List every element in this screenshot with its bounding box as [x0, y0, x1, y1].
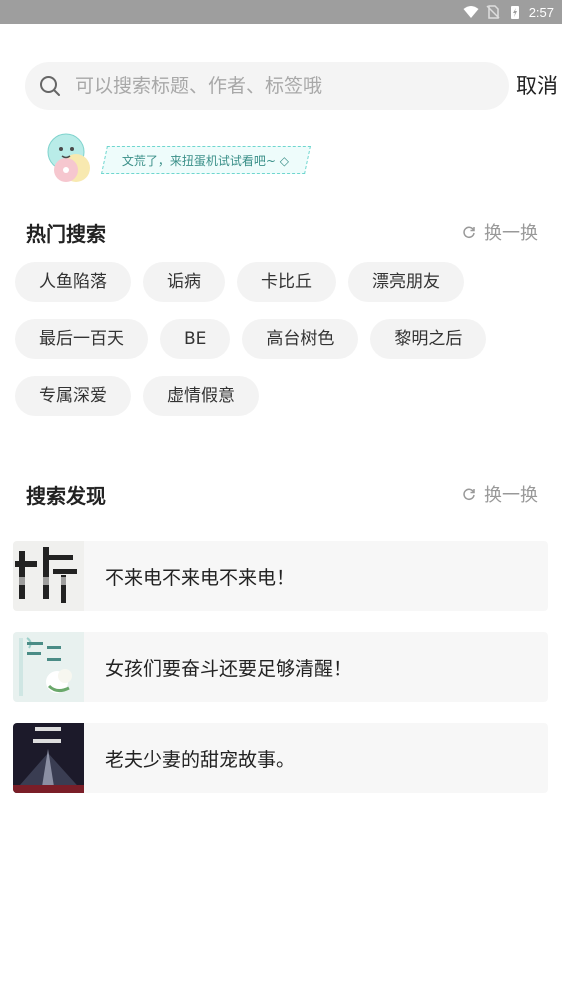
hot-tag[interactable]: 专属深爱	[15, 376, 131, 416]
hot-tag[interactable]: 黎明之后	[370, 319, 487, 359]
search-row: 取消	[0, 62, 562, 110]
hot-tag[interactable]: 卡比丘	[237, 262, 336, 302]
gacha-speech-bubble: 文荒了，来扭蛋机试试看吧~ ◇	[101, 146, 311, 174]
search-box[interactable]	[25, 62, 509, 110]
gacha-mascot-icon	[47, 133, 90, 182]
tag-row: 专属深爱 虚情假意	[15, 376, 545, 416]
hot-search-header: 热门搜索 换一换	[26, 217, 538, 247]
discover-item[interactable]: 女孩们要奋斗还要足够清醒！	[13, 632, 548, 702]
cancel-button[interactable]: 取消	[516, 62, 558, 110]
discover-header: 搜索发现 换一换	[26, 479, 538, 509]
tag-row: 最后一百天 BE 高台树色 黎明之后	[15, 319, 545, 359]
hot-tag[interactable]: 诟病	[143, 262, 225, 302]
gacha-banner-text: 文荒了，来扭蛋机试试看吧~ ◇	[122, 153, 290, 168]
search-icon	[40, 76, 60, 96]
discover-refresh-button[interactable]: 换一换	[462, 481, 538, 507]
book-cover-image	[13, 541, 84, 611]
book-cover-image	[13, 632, 84, 702]
discover-item-text: 不来电不来电不来电！	[105, 566, 296, 589]
gacha-banner[interactable]: 文荒了，来扭蛋机试试看吧~ ◇	[44, 132, 314, 188]
discover-refresh-label: 换一换	[484, 485, 538, 506]
refresh-icon	[463, 226, 475, 239]
hot-tag[interactable]: 高台树色	[242, 319, 359, 359]
hot-tag[interactable]: 虚情假意	[143, 376, 259, 416]
discover-item[interactable]: 不来电不来电不来电！	[13, 541, 548, 611]
tag-row: 人鱼陷落 诟病 卡比丘 漂亮朋友	[15, 262, 545, 302]
wifi-icon	[463, 6, 479, 18]
refresh-icon	[463, 488, 475, 501]
hot-search-title: 热门搜索	[26, 221, 106, 246]
discover-item-text: 老夫少妻的甜宠故事。	[105, 748, 296, 771]
battery-charging-icon	[510, 6, 519, 19]
discover-list: 不来电不来电不来电！ 女孩们要奋斗还要足够清醒！ 老夫少妻的甜宠故事。	[13, 541, 548, 814]
hot-search-tags: 人鱼陷落 诟病 卡比丘 漂亮朋友 最后一百天 BE 高台树色 黎明之后 专属深爱…	[15, 262, 545, 433]
hot-search-refresh-label: 换一换	[484, 223, 538, 244]
hot-tag[interactable]: 最后一百天	[15, 319, 148, 359]
hot-tag[interactable]: 漂亮朋友	[348, 262, 464, 302]
search-input[interactable]	[75, 75, 475, 97]
no-sim-icon	[486, 5, 500, 19]
hot-tag[interactable]: 人鱼陷落	[15, 262, 131, 302]
discover-item-text: 女孩们要奋斗还要足够清醒！	[105, 657, 353, 680]
status-time: 2:57	[528, 4, 554, 20]
book-cover-image	[13, 723, 84, 793]
status-bar: 2:57	[0, 0, 562, 24]
discover-item[interactable]: 老夫少妻的甜宠故事。	[13, 723, 548, 793]
discover-title: 搜索发现	[26, 483, 106, 508]
hot-search-refresh-button[interactable]: 换一换	[462, 219, 538, 245]
hot-tag[interactable]: BE	[160, 319, 231, 359]
